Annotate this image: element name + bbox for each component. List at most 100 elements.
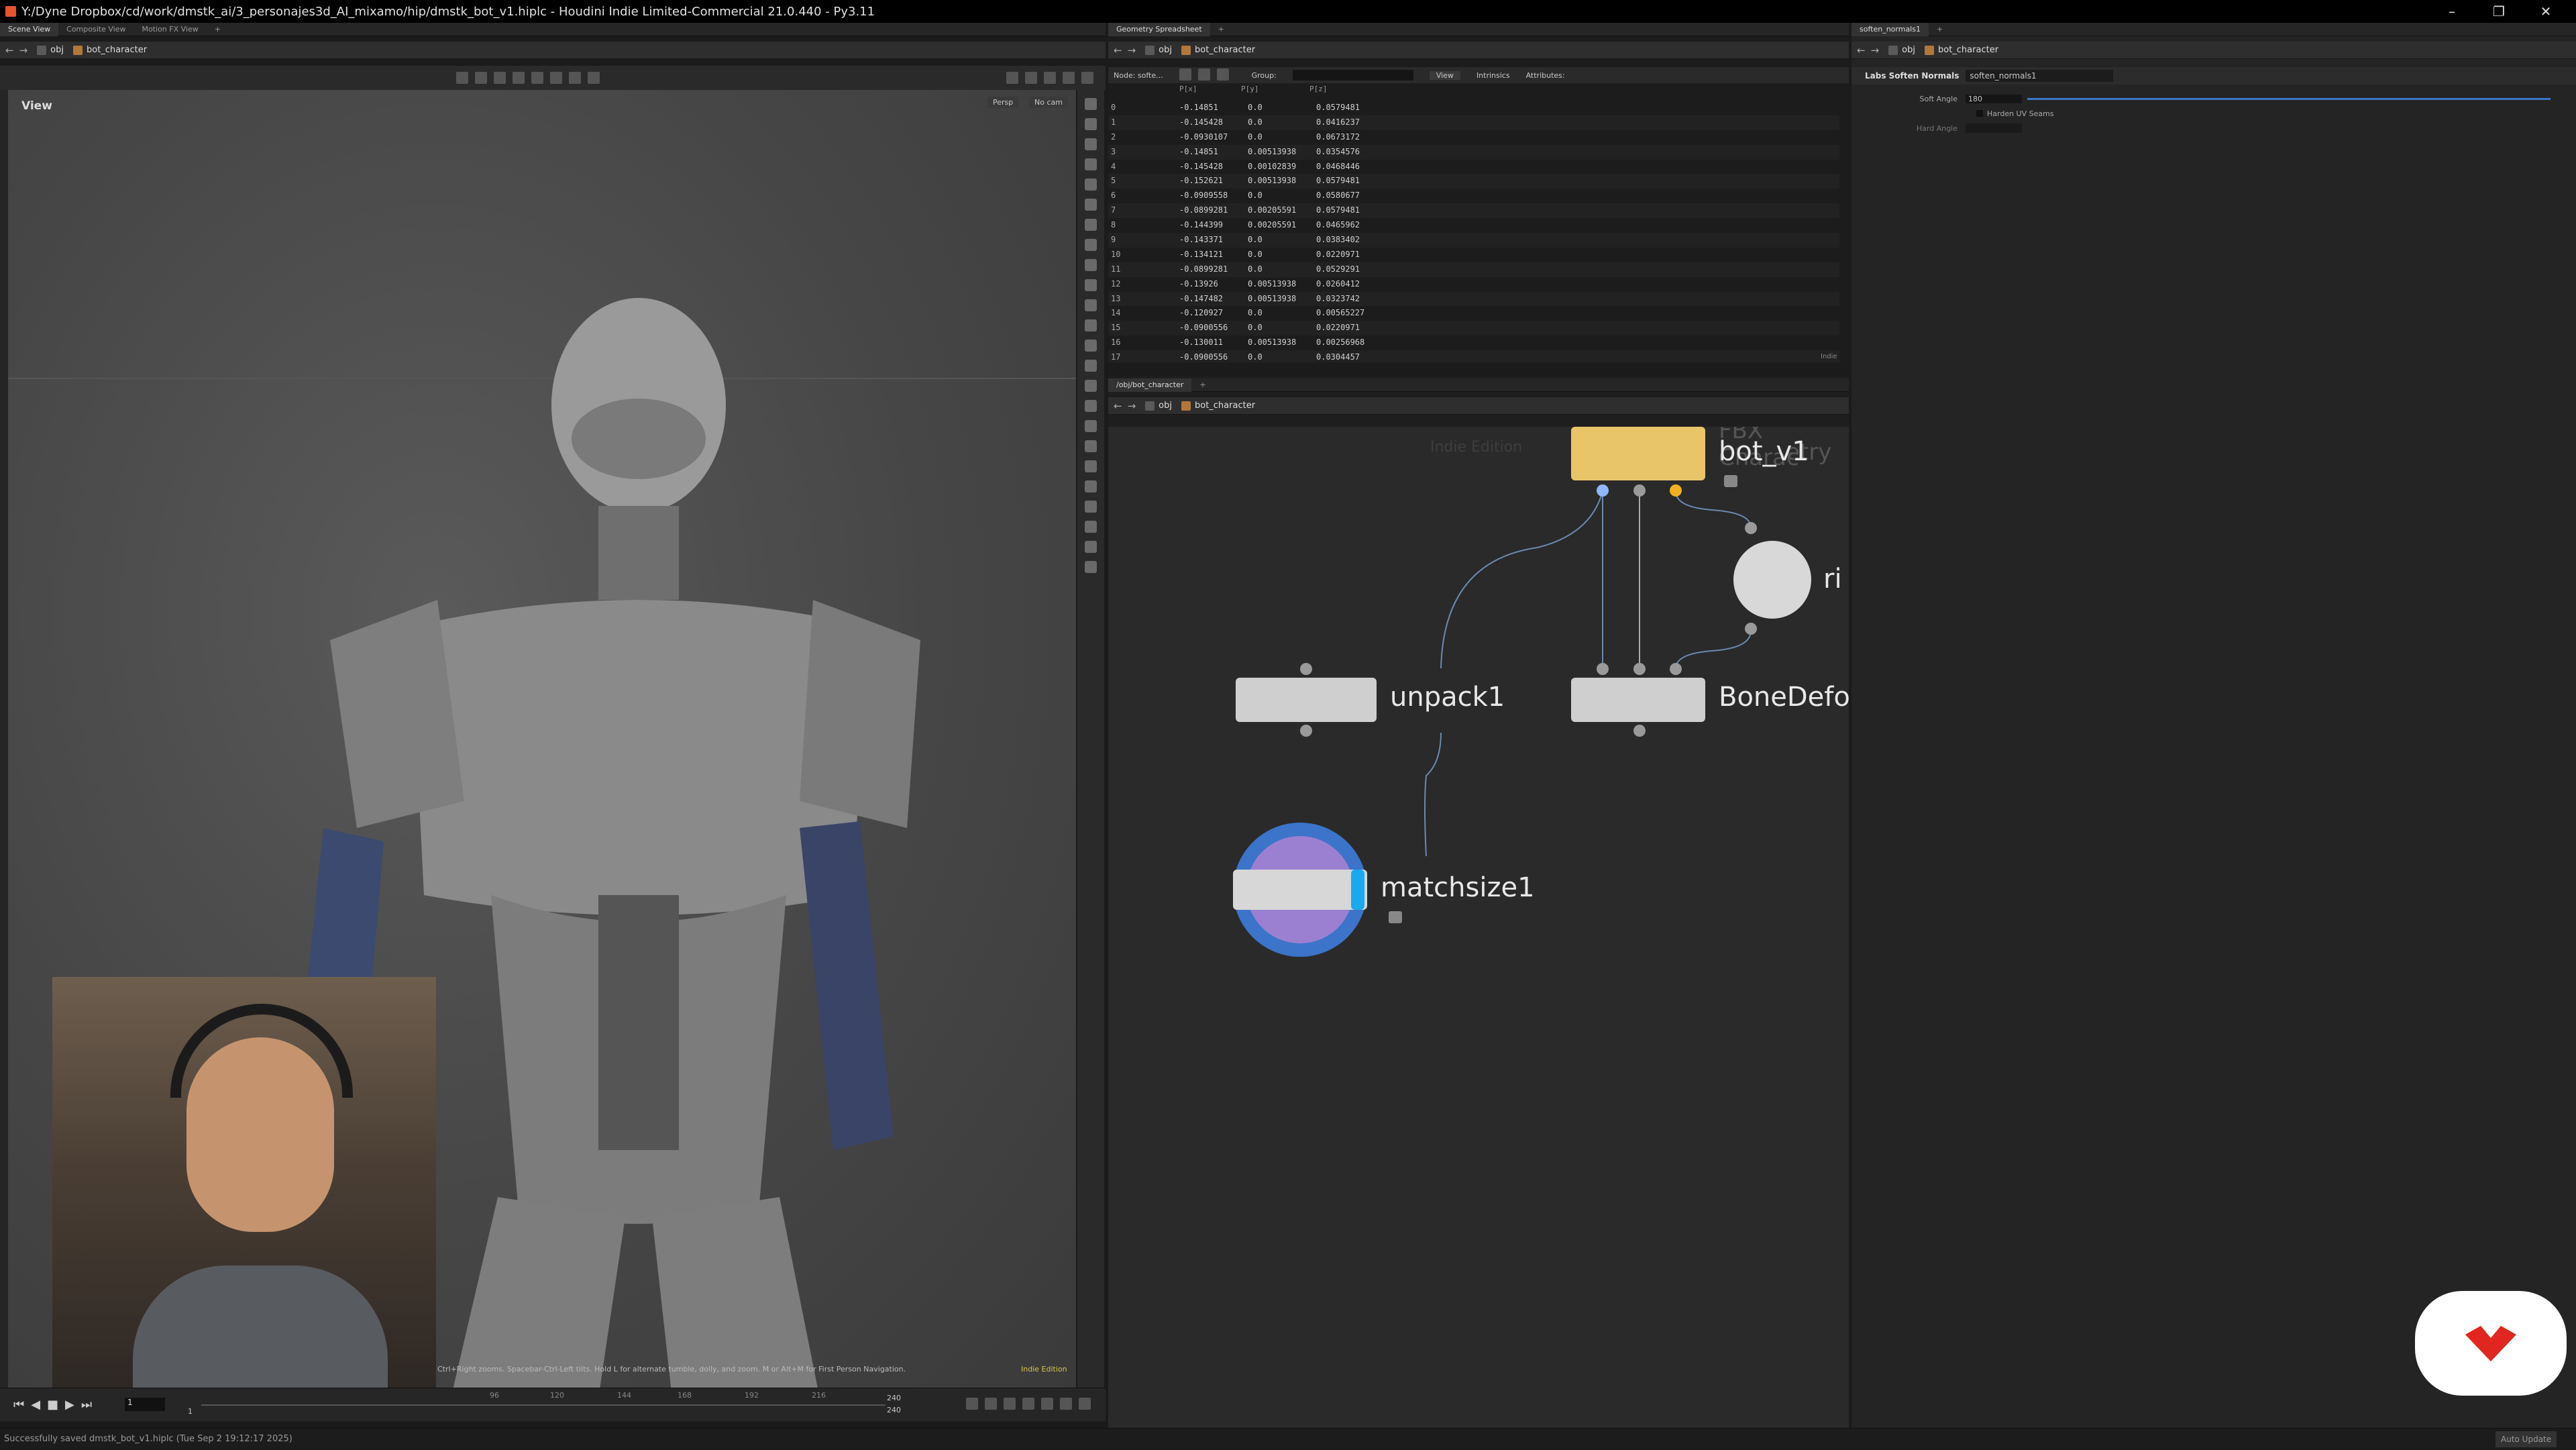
- bot-output-port-1[interactable]: [1633, 484, 1646, 497]
- soft-angle-slider[interactable]: [2027, 97, 2551, 100]
- table-row[interactable]: 11 -0.0899281 0.0 0.0529291: [1108, 262, 1839, 277]
- table-row[interactable]: 17 -0.0900556 0.0 0.0304457: [1108, 350, 1839, 362]
- path-root[interactable]: obj: [1888, 45, 1915, 55]
- table-row[interactable]: 14 -0.120927 0.0 0.00565227: [1108, 306, 1839, 321]
- lock-icon[interactable]: [1724, 475, 1737, 487]
- tab-network[interactable]: /obj/bot_character: [1108, 378, 1192, 392]
- bone-output-port[interactable]: [1633, 725, 1646, 737]
- playback-controls[interactable]: ⏮◀■▶⏭: [13, 1398, 99, 1412]
- matchsize1-label[interactable]: matchsize1: [1381, 872, 1535, 903]
- add-tab-button[interactable]: +: [1191, 378, 1214, 392]
- timeline-tools[interactable]: [966, 1398, 1097, 1412]
- auto-update-button[interactable]: Auto Update: [2496, 1431, 2557, 1447]
- table-row[interactable]: 3 -0.14851 0.00513938 0.0354576: [1108, 144, 1839, 160]
- viewport-tools[interactable]: [456, 72, 606, 87]
- bot-v1-label[interactable]: bot_v1: [1719, 436, 1809, 467]
- table-row[interactable]: 9 -0.143371 0.0 0.0383402: [1108, 233, 1839, 248]
- rig-input-port[interactable]: [1745, 522, 1757, 534]
- bone-input-port-0[interactable]: [1597, 663, 1609, 675]
- current-frame-field[interactable]: 1: [125, 1398, 165, 1411]
- bot-output-port-2[interactable]: [1670, 484, 1682, 497]
- bot-output-port-0[interactable]: [1597, 484, 1609, 497]
- add-tab-button[interactable]: +: [1210, 23, 1232, 36]
- tab-composite-view[interactable]: Composite View: [58, 23, 133, 36]
- viewport-right-shelf[interactable]: [1077, 90, 1104, 1398]
- spreadsheet-grid[interactable]: 0 -0.14851 0.0 0.0579481 1 -0.145428 0.0 0.0416…: [1108, 101, 1839, 362]
- timeline-bar[interactable]: ⏮◀■▶⏭ 1 1 96 120 144 168 192 216 240 240: [0, 1388, 1106, 1421]
- timeline-track[interactable]: [201, 1404, 885, 1406]
- network-canvas[interactable]: Indie Edition FBX Charac etry bot_v1 ri …: [1108, 427, 1849, 1428]
- harden-uv-checkbox[interactable]: [1976, 110, 1983, 117]
- tab-geometry-spreadsheet[interactable]: Geometry Spreadsheet: [1108, 22, 1210, 36]
- path-node[interactable]: bot_character: [1924, 45, 1998, 55]
- bot-v1-node[interactable]: [1571, 427, 1705, 480]
- header-pz[interactable]: P[z]: [1309, 85, 1383, 94]
- view-menu[interactable]: View: [1429, 70, 1460, 80]
- table-row[interactable]: 15 -0.0900556 0.0 0.0220971: [1108, 321, 1839, 336]
- close-button[interactable]: ✕: [2522, 0, 2569, 23]
- lock-icon[interactable]: [1389, 911, 1402, 923]
- back-arrow-icon[interactable]: ←: [5, 44, 14, 56]
- rig-label[interactable]: ri: [1823, 564, 1842, 594]
- forward-arrow-icon[interactable]: →: [1128, 44, 1136, 56]
- tab-motion-fx-view[interactable]: Motion FX View: [133, 23, 206, 36]
- attributes-label[interactable]: Attributes:: [1526, 71, 1565, 80]
- minimize-button[interactable]: –: [2428, 0, 2475, 23]
- back-arrow-icon[interactable]: ←: [1857, 44, 1866, 56]
- maximize-button[interactable]: ❐: [2475, 0, 2522, 23]
- back-arrow-icon[interactable]: ←: [1114, 400, 1122, 412]
- table-row[interactable]: 4 -0.145428 0.00102839 0.0468446: [1108, 159, 1839, 174]
- bone-input-port-2[interactable]: [1670, 663, 1682, 675]
- unpack1-node[interactable]: [1236, 678, 1377, 722]
- table-row[interactable]: 12 -0.13926 0.00513938 0.0260412: [1108, 276, 1839, 292]
- group-label[interactable]: Group:: [1252, 71, 1277, 80]
- soft-angle-field[interactable]: 180: [1966, 94, 2022, 103]
- table-row[interactable]: 1 -0.145428 0.0 0.0416237: [1108, 115, 1839, 130]
- header-py[interactable]: P[y]: [1241, 85, 1309, 94]
- timeline-end[interactable]: 240: [887, 1394, 901, 1402]
- forward-arrow-icon[interactable]: →: [1871, 44, 1880, 56]
- table-row[interactable]: 0 -0.14851 0.0 0.0579481: [1108, 101, 1839, 115]
- bonedeform-label[interactable]: BoneDefor: [1719, 682, 1849, 713]
- node-name-field[interactable]: soften_normals1: [1966, 70, 2114, 82]
- path-root[interactable]: obj: [1145, 401, 1172, 411]
- path-node[interactable]: bot_character: [1181, 45, 1255, 55]
- forward-arrow-icon[interactable]: →: [1128, 400, 1136, 412]
- table-row[interactable]: 10 -0.134121 0.0 0.0220971: [1108, 247, 1839, 262]
- path-root[interactable]: obj: [37, 45, 64, 55]
- rig-output-port[interactable]: [1745, 623, 1757, 635]
- matchsize1-node[interactable]: [1233, 870, 1367, 910]
- back-arrow-icon[interactable]: ←: [1114, 44, 1122, 56]
- group-field[interactable]: [1292, 70, 1413, 81]
- spreadsheet-mode-icons[interactable]: [1179, 68, 1236, 83]
- unpack1-label[interactable]: unpack1: [1390, 682, 1505, 713]
- table-row[interactable]: 2 -0.0930107 0.0 0.0673172: [1108, 130, 1839, 145]
- add-tab-button[interactable]: +: [207, 23, 229, 36]
- add-tab-button[interactable]: +: [1929, 23, 1951, 36]
- display-flag[interactable]: [1351, 870, 1364, 910]
- forward-arrow-icon[interactable]: →: [19, 44, 28, 56]
- node-label[interactable]: Node: softe...: [1114, 71, 1163, 80]
- table-row[interactable]: 7 -0.0899281 0.00205591 0.0579481: [1108, 203, 1839, 219]
- path-node[interactable]: bot_character: [72, 45, 147, 55]
- unpack-input-port[interactable]: [1300, 663, 1312, 675]
- table-row[interactable]: 8 -0.144399 0.00205591 0.0465962: [1108, 218, 1839, 234]
- table-row[interactable]: 13 -0.147482 0.00513938 0.0323742: [1108, 291, 1839, 307]
- intrinsics-toggle[interactable]: Intrinsics: [1477, 71, 1510, 80]
- table-row[interactable]: 6 -0.0909558 0.0 0.0580677: [1108, 189, 1839, 204]
- table-row[interactable]: 5 -0.152621 0.00513938 0.0579481: [1108, 174, 1839, 189]
- path-root[interactable]: obj: [1145, 45, 1172, 55]
- bone-input-port-1[interactable]: [1633, 663, 1646, 675]
- header-px[interactable]: P[x]: [1173, 85, 1241, 94]
- tab-soften-normals[interactable]: soften_normals1: [1851, 22, 1929, 36]
- timeline-end-2[interactable]: 240: [887, 1406, 901, 1414]
- viewport-display-options[interactable]: [1006, 72, 1100, 87]
- unpack-output-port[interactable]: [1300, 725, 1312, 737]
- path-node[interactable]: bot_character: [1181, 401, 1255, 411]
- table-cell: -0.143371: [1179, 235, 1224, 245]
- hard-angle-field[interactable]: [1966, 123, 2022, 133]
- table-row[interactable]: 16 -0.130011 0.00513938 0.00256968: [1108, 335, 1839, 351]
- tab-scene-view[interactable]: Scene View: [0, 22, 59, 36]
- rig-node[interactable]: [1733, 541, 1811, 619]
- bonedeform-node[interactable]: [1571, 678, 1705, 722]
